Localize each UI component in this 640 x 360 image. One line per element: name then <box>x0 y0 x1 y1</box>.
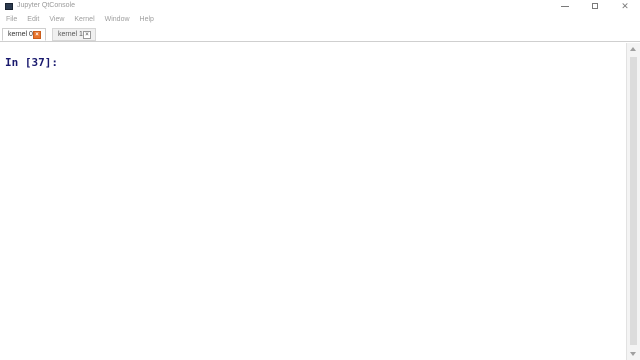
tab-label: kernel 1 <box>58 31 83 38</box>
tab-kernel-1[interactable]: kernel 1 × <box>52 28 96 41</box>
window-controls: ✕ <box>550 0 640 12</box>
scroll-thumb[interactable] <box>630 57 637 345</box>
maximize-icon <box>592 3 598 9</box>
tab-close-icon[interactable]: × <box>83 31 91 39</box>
scroll-down-icon[interactable] <box>630 352 636 356</box>
minimize-button[interactable] <box>550 0 580 12</box>
scroll-up-icon[interactable] <box>630 47 636 51</box>
input-prompt: In [37]: <box>5 56 58 69</box>
menu-window[interactable]: Window <box>100 13 135 27</box>
terminal-icon <box>5 2 13 10</box>
menu-edit[interactable]: Edit <box>22 13 44 27</box>
title-bar: Jupyter QtConsole ✕ <box>0 0 640 12</box>
tab-close-icon[interactable]: × <box>33 31 41 39</box>
vertical-scrollbar[interactable] <box>626 43 640 360</box>
menu-kernel[interactable]: Kernel <box>69 13 99 27</box>
maximize-button[interactable] <box>580 0 610 12</box>
close-button[interactable]: ✕ <box>610 0 640 12</box>
console-input-area[interactable]: In [37]: <box>0 43 626 360</box>
menu-help[interactable]: Help <box>135 13 159 27</box>
window-title: Jupyter QtConsole <box>17 2 75 9</box>
tab-kernel-0[interactable]: kernel 0 × <box>2 28 46 41</box>
minimize-icon <box>561 6 569 7</box>
qtconsole-window: Jupyter QtConsole ✕ File Edit View Kerne… <box>0 0 640 360</box>
tab-bar: kernel 0 × kernel 1 × <box>0 27 640 42</box>
menu-view[interactable]: View <box>44 13 69 27</box>
menu-bar: File Edit View Kernel Window Help <box>0 13 159 27</box>
close-icon: ✕ <box>621 1 629 11</box>
menu-file[interactable]: File <box>0 13 22 27</box>
tab-label: kernel 0 <box>8 31 33 38</box>
